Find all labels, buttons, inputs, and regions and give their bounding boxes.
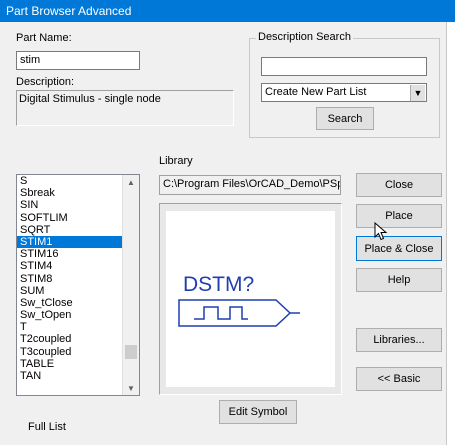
libraries-button[interactable]: Libraries... — [356, 328, 442, 352]
chevron-down-icon[interactable]: ▼ — [410, 85, 425, 101]
search-button[interactable]: Search — [316, 107, 374, 130]
search-mode-dropdown[interactable]: Create New Part List ▼ — [261, 83, 427, 102]
full-list-label: Full List — [28, 421, 66, 433]
list-item[interactable]: S — [17, 175, 122, 187]
list-item[interactable]: STIM4 — [17, 260, 122, 272]
close-button[interactable]: Close — [356, 173, 442, 197]
place-button[interactable]: Place — [356, 204, 442, 228]
list-item[interactable]: TAN — [17, 370, 122, 382]
list-item[interactable]: Sw_tClose — [17, 297, 122, 309]
dstm-symbol: DSTM? — [178, 273, 300, 327]
symbol-refdes-text: DSTM? — [183, 273, 254, 296]
list-item[interactable]: Sw_tOpen — [17, 309, 122, 321]
list-item[interactable]: SQRT — [17, 224, 122, 236]
part-browser-window: Part Browser Advanced Part Name: stim De… — [0, 0, 455, 445]
list-item[interactable]: T3coupled — [17, 346, 122, 358]
scrollbar-thumb[interactable] — [125, 345, 137, 359]
list-item[interactable]: SIN — [17, 199, 122, 211]
place-button-label: Place — [385, 210, 413, 222]
parts-list-items: S Sbreak SIN SOFTLIM SQRT STIM1 STIM16 STIM4 STI… — [17, 175, 139, 382]
place-close-button[interactable]: Place & Close — [356, 236, 442, 261]
part-name-label: Part Name: — [16, 32, 72, 44]
edit-symbol-button[interactable]: Edit Symbol — [219, 400, 297, 424]
description-text: Digital Stimulus - single node — [19, 93, 161, 105]
symbol-preview-canvas: DSTM? — [166, 211, 335, 387]
parts-list[interactable]: S Sbreak SIN SOFTLIM SQRT STIM1 STIM16 STIM4 STI… — [16, 174, 140, 396]
search-mode-value: Create New Part List — [265, 86, 367, 98]
description-search-input[interactable] — [261, 57, 427, 76]
library-path-field: C:\Program Files\OrCAD_Demo\PSpic — [159, 175, 341, 195]
parts-list-scrollbar[interactable]: ▲ ▼ — [122, 175, 139, 395]
window-title: Part Browser Advanced — [6, 4, 132, 18]
symbol-preview-frame: DSTM? — [159, 203, 342, 395]
list-item[interactable]: SOFTLIM — [17, 212, 122, 224]
description-box: Digital Stimulus - single node — [16, 90, 234, 126]
list-item[interactable]: TABLE — [17, 358, 122, 370]
description-search-title: Description Search — [256, 31, 353, 43]
list-item[interactable]: T — [17, 321, 122, 333]
list-item[interactable]: Sbreak — [17, 187, 122, 199]
description-label: Description: — [16, 76, 75, 88]
list-item[interactable]: STIM1 — [17, 235, 122, 249]
window-edge — [446, 22, 455, 445]
title-bar[interactable]: Part Browser Advanced — [0, 0, 455, 22]
scroll-down-icon[interactable]: ▼ — [123, 381, 139, 395]
scroll-up-icon[interactable]: ▲ — [123, 175, 139, 189]
list-item[interactable]: STIM8 — [17, 273, 122, 285]
help-button[interactable]: Help — [356, 268, 442, 292]
mouse-cursor-icon — [374, 222, 388, 241]
basic-button[interactable]: << Basic — [356, 367, 442, 391]
library-label: Library — [159, 155, 193, 167]
list-item[interactable]: SUM — [17, 285, 122, 297]
part-name-input[interactable]: stim — [16, 51, 140, 70]
list-item[interactable]: T2coupled — [17, 333, 122, 345]
waveform-icon — [194, 306, 248, 320]
list-item[interactable]: STIM16 — [17, 248, 122, 260]
symbol-body-shape — [178, 299, 292, 327]
